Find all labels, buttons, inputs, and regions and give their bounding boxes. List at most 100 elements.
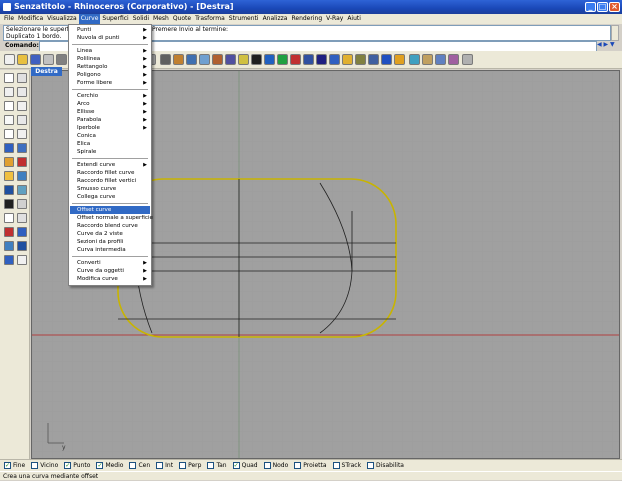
toolbar-icon[interactable] xyxy=(238,54,249,65)
menu-item-parabola[interactable]: Parabola ▶ xyxy=(70,116,150,124)
toolbar-icon[interactable] xyxy=(316,54,327,65)
menu-trasforma[interactable]: Trasforma xyxy=(193,14,227,24)
menu-item-iperbole[interactable]: Iperbole ▶ xyxy=(70,124,150,132)
osnap-checkbox[interactable]: ✓ xyxy=(4,462,11,469)
menu-item-offset-curve[interactable]: Offset curve xyxy=(70,206,150,214)
menu-item-spirale[interactable]: Spirale xyxy=(70,148,150,156)
osnap-checkbox[interactable] xyxy=(179,462,187,469)
toolbar-icon[interactable] xyxy=(4,54,15,65)
toolbar-icon[interactable] xyxy=(199,54,210,65)
tool-icon[interactable] xyxy=(4,213,14,223)
tool-icon[interactable] xyxy=(4,87,14,97)
osnap-int[interactable]: Int xyxy=(156,462,173,469)
osnap-quad[interactable]: ✓ Quad xyxy=(232,462,258,469)
menu-item-offset-normale-a-superficie[interactable]: Offset normale a superficie xyxy=(70,214,153,222)
osnap-checkbox[interactable]: ✓ xyxy=(96,462,104,469)
menu-item-collega-curve[interactable]: Collega curve xyxy=(70,193,150,201)
menu-solidi[interactable]: Solidi xyxy=(131,14,151,24)
menu-strumenti[interactable]: Strumenti xyxy=(227,14,261,24)
menu-item-raccordo-fillet-curve[interactable]: Raccordo fillet curve xyxy=(70,169,150,177)
menu-item-forme-libere[interactable]: Forme libere ▶ xyxy=(70,79,150,87)
menu-item-raccordo-fillet-vertici[interactable]: Raccordo fillet vertici xyxy=(70,177,150,185)
tool-icon[interactable] xyxy=(17,171,27,181)
osnap-disabilita[interactable]: Disabilita xyxy=(367,462,404,469)
tool-icon[interactable] xyxy=(4,199,14,209)
osnap-fine[interactable]: ✓ Fine xyxy=(4,462,25,469)
menu-item-cerchio[interactable]: Cerchio ▶ xyxy=(70,92,150,100)
toolbar-icon[interactable] xyxy=(355,54,366,65)
osnap-perp[interactable]: Perp xyxy=(179,462,201,469)
tool-icon[interactable] xyxy=(4,241,14,251)
toolbar-icon[interactable] xyxy=(394,54,405,65)
osnap-proietta[interactable]: Proietta xyxy=(294,462,327,469)
menu-item-estendi-curve[interactable]: Estendi curve ▶ xyxy=(70,161,150,169)
menu-item-ellisse[interactable]: Ellisse ▶ xyxy=(70,108,150,116)
tool-icon[interactable] xyxy=(4,143,14,153)
toolbar-icon[interactable] xyxy=(186,54,197,65)
toolbar-icon[interactable] xyxy=(329,54,340,65)
tool-icon[interactable] xyxy=(17,129,27,139)
osnap-cen[interactable]: Cen xyxy=(129,462,150,469)
osnap-checkbox[interactable] xyxy=(294,462,302,469)
tool-icon[interactable] xyxy=(17,157,27,167)
toolbar-icon[interactable] xyxy=(409,54,420,65)
menu-quote[interactable]: Quote xyxy=(171,14,193,24)
tool-icon[interactable] xyxy=(4,129,14,139)
menu-aiuti[interactable]: Aiuti xyxy=(345,14,363,24)
minimize-button[interactable]: _ xyxy=(585,2,596,12)
tool-icon[interactable] xyxy=(4,101,14,111)
osnap-tan[interactable]: Tan xyxy=(207,462,227,469)
menu-rendering[interactable]: Rendering xyxy=(289,14,324,24)
menu-item-nuvola-di-punti[interactable]: Nuvola di punti ▶ xyxy=(70,34,150,42)
osnap-checkbox[interactable] xyxy=(207,462,215,469)
menu-item-rettangolo[interactable]: Rettangolo ▶ xyxy=(70,63,150,71)
tool-icon[interactable] xyxy=(17,227,27,237)
menu-item-punti[interactable]: Punti ▶ xyxy=(70,26,150,34)
osnap-checkbox[interactable] xyxy=(263,462,271,469)
osnap-checkbox[interactable] xyxy=(367,462,375,469)
menu-item-converti[interactable]: Converti ▶ xyxy=(70,259,150,267)
menu-mesh[interactable]: Mesh xyxy=(151,14,171,24)
toolbar-icon[interactable] xyxy=(368,54,379,65)
tool-icon[interactable] xyxy=(17,199,27,209)
toolbar-icon[interactable] xyxy=(225,54,236,65)
menu-item-sezioni-da-profili[interactable]: Sezioni da profili xyxy=(70,238,150,246)
tool-icon[interactable] xyxy=(17,143,27,153)
osnap-checkbox[interactable] xyxy=(156,462,164,469)
toolbar-icon[interactable] xyxy=(277,54,288,65)
toolbar-icon[interactable] xyxy=(290,54,301,65)
osnap-punto[interactable]: ✓ Punto xyxy=(64,462,90,469)
menu-item-linea[interactable]: Linea ▶ xyxy=(70,47,150,55)
menu-item-arco[interactable]: Arco ▶ xyxy=(70,100,150,108)
menu-modifica[interactable]: Modifica xyxy=(16,14,45,24)
tool-icon[interactable] xyxy=(17,213,27,223)
osnap-checkbox[interactable]: ✓ xyxy=(232,462,240,469)
close-button[interactable]: × xyxy=(609,2,620,12)
osnap-checkbox[interactable] xyxy=(129,462,137,469)
tool-icon[interactable] xyxy=(4,227,14,237)
tool-icon[interactable] xyxy=(4,73,14,83)
osnap-checkbox[interactable] xyxy=(31,462,39,469)
tool-icon[interactable] xyxy=(4,171,14,181)
tool-icon[interactable] xyxy=(17,73,27,83)
osnap-strack[interactable]: STrack xyxy=(332,462,361,469)
viewport-title-tab[interactable]: Destra xyxy=(31,67,62,76)
menu-item-conica[interactable]: Conica xyxy=(70,132,150,140)
osnap-checkbox[interactable] xyxy=(332,462,340,469)
osnap-nodo[interactable]: Nodo xyxy=(263,462,288,469)
menu-item-curve-da-oggetti[interactable]: Curve da oggetti ▶ xyxy=(70,267,150,275)
toolbar-icon[interactable] xyxy=(264,54,275,65)
tool-icon[interactable] xyxy=(4,115,14,125)
toolbar-icon[interactable] xyxy=(56,54,67,65)
tool-icon[interactable] xyxy=(4,157,14,167)
toolbar-icon[interactable] xyxy=(422,54,433,65)
command-nav-arrows[interactable]: ◀ ▶ ▼ xyxy=(597,41,619,50)
menu-item-polilinea[interactable]: Polilinea ▶ xyxy=(70,55,150,63)
tool-icon[interactable] xyxy=(17,255,27,265)
menu-file[interactable]: File xyxy=(2,14,16,24)
toolbar-icon[interactable] xyxy=(30,54,41,65)
toolbar-icon[interactable] xyxy=(342,54,353,65)
toolbar-icon[interactable] xyxy=(303,54,314,65)
menu-item-raccordo-blend-curve[interactable]: Raccordo blend curve xyxy=(70,222,150,230)
menu-superfici[interactable]: Superfici xyxy=(100,14,130,24)
